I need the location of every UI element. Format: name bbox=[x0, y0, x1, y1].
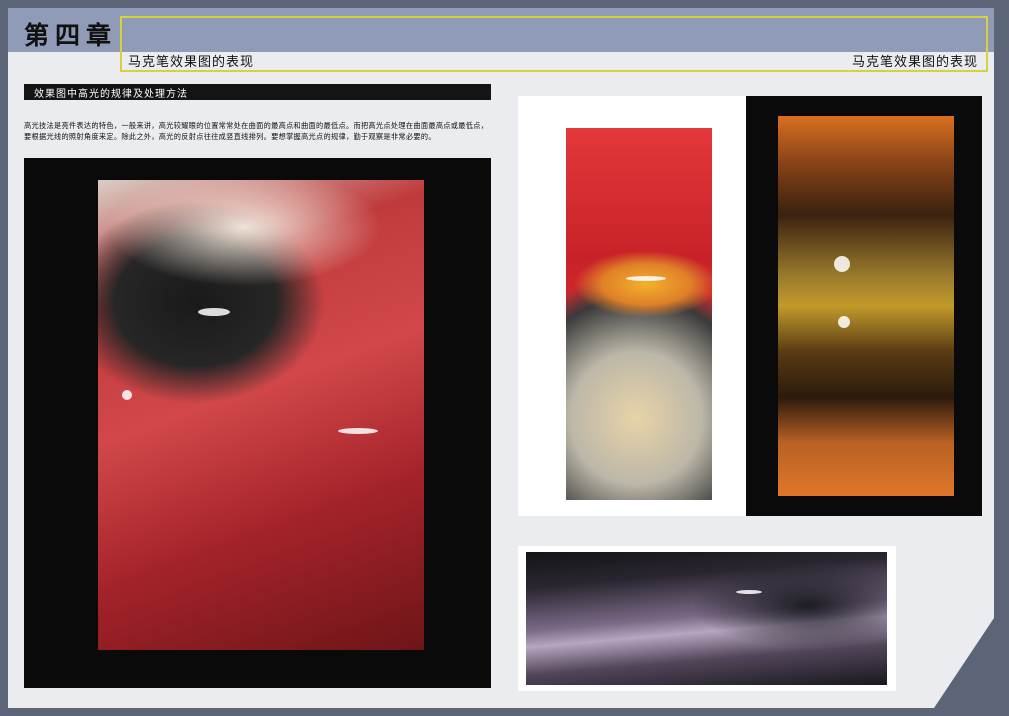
highlight-spot bbox=[338, 428, 378, 434]
highlight-spot bbox=[736, 590, 762, 594]
section-heading: 效果图中高光的规律及处理方法 bbox=[34, 89, 188, 100]
subtitle-right: 马克笔效果图的表现 bbox=[851, 55, 978, 70]
highlight-spot bbox=[122, 390, 132, 400]
car-side-sketch-image bbox=[778, 116, 954, 496]
car-wheel-sketch-image bbox=[566, 128, 712, 500]
page-corner-cut bbox=[934, 618, 994, 708]
car-roof-sketch-image bbox=[526, 552, 887, 685]
car-door-sketch-image bbox=[98, 180, 424, 650]
highlight-spot bbox=[834, 256, 850, 272]
chapter-title: 第四章 bbox=[24, 21, 118, 50]
page: 第四章 马克笔效果图的表现 马克笔效果图的表现 效果图中高光的规律及处理方法 高… bbox=[8, 8, 994, 708]
highlight-spot bbox=[838, 316, 850, 328]
subtitle-left: 马克笔效果图的表现 bbox=[128, 55, 255, 70]
highlight-spot bbox=[626, 276, 666, 281]
body-paragraph: 高光技法是亮件表达的特色，一般来讲，高光较耀眼的位置常常处在曲面的最高点和曲面的… bbox=[24, 121, 489, 141]
highlight-spot bbox=[198, 308, 230, 316]
section-heading-bar: 效果图中高光的规律及处理方法 bbox=[24, 84, 491, 100]
